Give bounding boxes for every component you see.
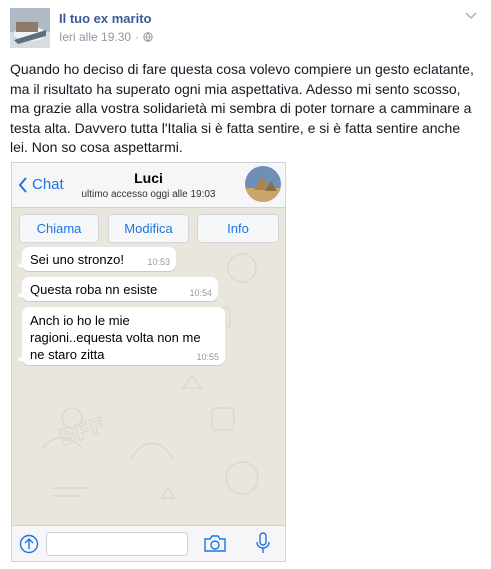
message-text: Questa roba nn esiste: [30, 282, 158, 297]
post-header: Il tuo ex marito Ieri alle 19.30 ·: [10, 8, 481, 50]
message-bubble: Sei uno stronzo! 10:53: [17, 247, 176, 271]
message-line: ne staro zitta: [30, 347, 105, 362]
chat-screenshot: Chat Luci ultimo accesso oggi alle 19:03…: [11, 162, 286, 562]
message-time: 10:55: [196, 352, 219, 362]
camera-icon[interactable]: [203, 534, 227, 553]
contact-avatar[interactable]: [245, 166, 281, 202]
message-line: ragioni..equesta volta non me: [30, 330, 201, 345]
author-name[interactable]: Il tuo ex marito: [59, 11, 151, 26]
svg-text:BFF: BFF: [56, 413, 108, 451]
globe-icon[interactable]: [143, 32, 153, 42]
info-button[interactable]: Info: [197, 214, 279, 243]
last-seen: ultimo accesso oggi alle 19:03: [81, 189, 216, 200]
share-arrow-icon[interactable]: [19, 534, 39, 554]
message-text: Sei uno stronzo!: [30, 252, 124, 267]
meta-separator: ·: [135, 30, 140, 44]
call-button[interactable]: Chiama: [19, 214, 99, 243]
message-input[interactable]: [46, 532, 188, 556]
message-text: Anch io ho le mie ragioni..equesta volta…: [30, 312, 201, 363]
post-text: Quando ho deciso di fare questa cosa vol…: [10, 61, 474, 155]
chat-header: Chat Luci ultimo accesso oggi alle 19:03: [12, 163, 285, 208]
chat-composer: [12, 525, 285, 561]
message-time: 10:54: [189, 288, 212, 298]
message-bubble: Questa roba nn esiste 10:54: [17, 277, 218, 301]
message-bubble: Anch io ho le mie ragioni..equesta volta…: [17, 307, 225, 365]
message-time: 10:53: [147, 257, 170, 267]
post-meta: Ieri alle 19.30 ·: [59, 30, 153, 44]
chevron-down-icon[interactable]: [465, 12, 477, 20]
message-line: Anch io ho le mie: [30, 313, 130, 328]
microphone-icon[interactable]: [256, 532, 270, 554]
chat-actions: Chiama Modifica Info: [12, 208, 285, 248]
author-avatar[interactable]: [10, 8, 50, 48]
edit-button[interactable]: Modifica: [108, 214, 189, 243]
post-timestamp[interactable]: Ieri alle 19.30: [59, 30, 131, 44]
